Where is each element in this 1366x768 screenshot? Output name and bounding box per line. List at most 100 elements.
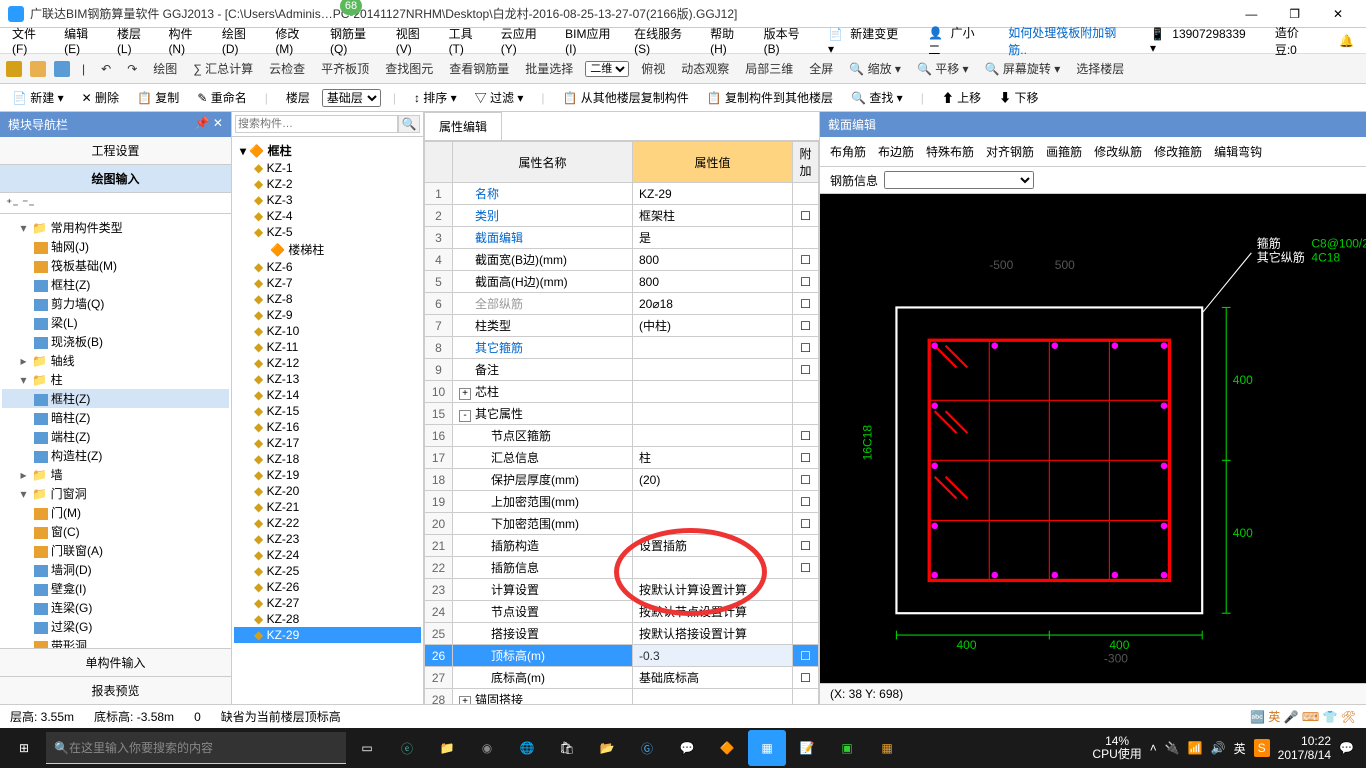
prop-row[interactable]: 5截面高(H边)(mm)800☐ [425,271,819,293]
kz-item[interactable]: ◆ KZ-12 [234,355,421,371]
kz-item[interactable]: ◆ KZ-19 [234,467,421,483]
toolbar-btn[interactable]: 批量选择 [521,58,577,79]
prop-row[interactable]: 15-其它属性 [425,403,819,425]
g2-icon[interactable]: ▣ [828,730,866,766]
menu-item[interactable]: 在线服务(S) [630,23,700,58]
tree-node[interactable]: 剪力墙(Q) [2,294,229,313]
save-icon[interactable] [54,61,70,77]
close-button[interactable]: ✕ [1318,7,1358,21]
start-button[interactable]: ⊞ [4,730,44,766]
toolbar2-btn[interactable]: 🔍 查找 ▾ [845,87,909,108]
prop-row[interactable]: 22插筋信息☐ [425,557,819,579]
menu-item[interactable]: 帮助(H) [706,23,753,58]
store-icon[interactable]: 🛍 [548,730,586,766]
tray-wifi-icon[interactable]: 📶 [1188,741,1203,755]
tray-vol-icon[interactable]: 🔊 [1211,741,1226,755]
kz-item[interactable]: ◆ KZ-10 [234,323,421,339]
tree-node[interactable]: ▾ 📁 柱 [2,370,229,389]
tree-node[interactable]: 筏板基础(M) [2,256,229,275]
toolbar2-btn[interactable]: 楼层 [280,87,316,108]
kz-item[interactable]: ◆ KZ-14 [234,387,421,403]
menu-item[interactable]: 工具(T) [445,23,491,58]
section-tab[interactable]: 布角筋 [830,143,866,160]
tab-draw[interactable]: 绘图输入 [0,165,231,193]
kz-item[interactable]: ◆ KZ-5 [234,224,421,240]
prop-row[interactable]: 18保护层厚度(mm)(20)☐ [425,469,819,491]
nav-toolbar[interactable]: ⁺₋ ⁻₋ [0,193,231,214]
kz-item[interactable]: ◆ KZ-6 [234,259,421,275]
tree-node[interactable]: 端柱(Z) [2,427,229,446]
toolbar2-btn[interactable]: ⬇ 下移 [993,87,1044,108]
tree-node[interactable]: 连梁(G) [2,598,229,617]
prop-row[interactable]: 23计算设置按默认计算设置计算 [425,579,819,601]
toolbar-btn[interactable]: 局部三维 [741,58,797,79]
tree-node[interactable]: 框柱(Z) [2,389,229,408]
menu-item[interactable]: 修改(M) [271,23,320,58]
tree-node[interactable]: 现浇板(B) [2,332,229,351]
tree-node[interactable]: ▾ 📁 常用构件类型 [2,218,229,237]
tree-node[interactable]: 暗柱(Z) [2,408,229,427]
app-icon[interactable]: 📁 [428,730,466,766]
tray-ime-icon[interactable]: S [1254,739,1270,757]
min-button[interactable]: — [1231,7,1271,21]
toolbar2-btn[interactable]: ▽ 过滤 ▾ [469,87,530,108]
kz-item[interactable]: ◆ KZ-26 [234,579,421,595]
kz-item[interactable]: ◆ KZ-17 [234,435,421,451]
tree-node[interactable]: 构造柱(Z) [2,446,229,465]
toolbar-btn[interactable]: 云检查 [265,58,309,79]
help-link[interactable]: 如何处理筏板附加钢筋.. [1004,22,1134,60]
note-icon[interactable]: 📝 [788,730,826,766]
max-button[interactable]: ❐ [1275,7,1315,21]
toolbar2-btn[interactable]: ✕ 删除 [76,87,125,108]
spiral-icon[interactable]: ◉ [468,730,506,766]
toolbar-btn[interactable]: 绘图 [149,58,181,79]
tray-lang[interactable]: 英 [1234,740,1246,757]
tree-node[interactable]: 门(M) [2,503,229,522]
prop-row[interactable]: 27底标高(m)基础底标高☐ [425,667,819,689]
toolbar2-btn[interactable]: 📋 复制构件到其他楼层 [701,87,839,108]
kz-item[interactable]: ◆ KZ-11 [234,339,421,355]
prop-row[interactable]: 2类别框架柱☐ [425,205,819,227]
toolbar-btn[interactable]: 俯视 [637,58,669,79]
tree-node[interactable]: 梁(L) [2,313,229,332]
menu-item[interactable]: 文件(F) [8,23,54,58]
tab-property[interactable]: 属性编辑 [424,112,502,140]
drawing-canvas[interactable]: 箍筋 其它纵筋 C8@100/200 4C18 400400 400400 16… [820,194,1366,683]
toolbar-btn[interactable]: 全屏 [805,58,837,79]
rebar-select[interactable] [884,171,1034,189]
bell-icon[interactable]: 🔔 [1335,32,1358,50]
tab-project[interactable]: 工程设置 [0,137,231,165]
tree-node[interactable]: ▸ 📁 轴线 [2,351,229,370]
kz-item[interactable]: ◆ KZ-2 [234,176,421,192]
toolbar2-btn[interactable]: ✎ 重命名 [191,87,252,108]
prop-row[interactable]: 3截面编辑是 [425,227,819,249]
prop-row[interactable]: 21插筋构造设置插筋☐ [425,535,819,557]
prop-row[interactable]: 26顶标高(m)-0.3☐ [425,645,819,667]
toolbar-btn[interactable]: 🔍 屏幕旋转 ▾ [981,58,1065,79]
prop-row[interactable]: 1名称KZ-29 [425,183,819,205]
open-icon[interactable] [30,61,46,77]
menu-item[interactable]: 钢筋量(Q) [326,23,386,58]
menu-item[interactable]: 版本号(B) [760,23,818,58]
section-tab[interactable]: 修改箍筋 [1154,143,1202,160]
tab-single[interactable]: 单构件输入 [0,648,231,676]
tree-node[interactable]: 壁龛(I) [2,579,229,598]
prop-row[interactable]: 20下加密范围(mm)☐ [425,513,819,535]
menu-item[interactable]: 绘图(D) [218,23,265,58]
view-mode-select[interactable]: 二维 [585,61,629,77]
section-tab[interactable]: 画箍筋 [1046,143,1082,160]
prop-row[interactable]: 25搭接设置按默认搭接设置计算 [425,623,819,645]
toolbar-btn[interactable]: 查看钢筋量 [445,58,513,79]
search-button[interactable]: 🔍 [398,115,420,133]
tree-node[interactable]: 窗(C) [2,522,229,541]
new-change-link[interactable]: 📄 新建变更 ▾ [824,23,912,58]
edge-icon[interactable]: ⓔ [388,730,426,766]
kz-item[interactable]: ◆ KZ-16 [234,419,421,435]
ggj-icon[interactable]: ▦ [748,730,786,766]
kz-item[interactable]: ◆ KZ-20 [234,483,421,499]
kz-item[interactable]: ◆ KZ-8 [234,291,421,307]
tab-report[interactable]: 报表预览 [0,676,231,704]
kz-item[interactable]: ◆ KZ-28 [234,611,421,627]
task-view-icon[interactable]: ▭ [348,730,386,766]
tree-node[interactable]: 门联窗(A) [2,541,229,560]
